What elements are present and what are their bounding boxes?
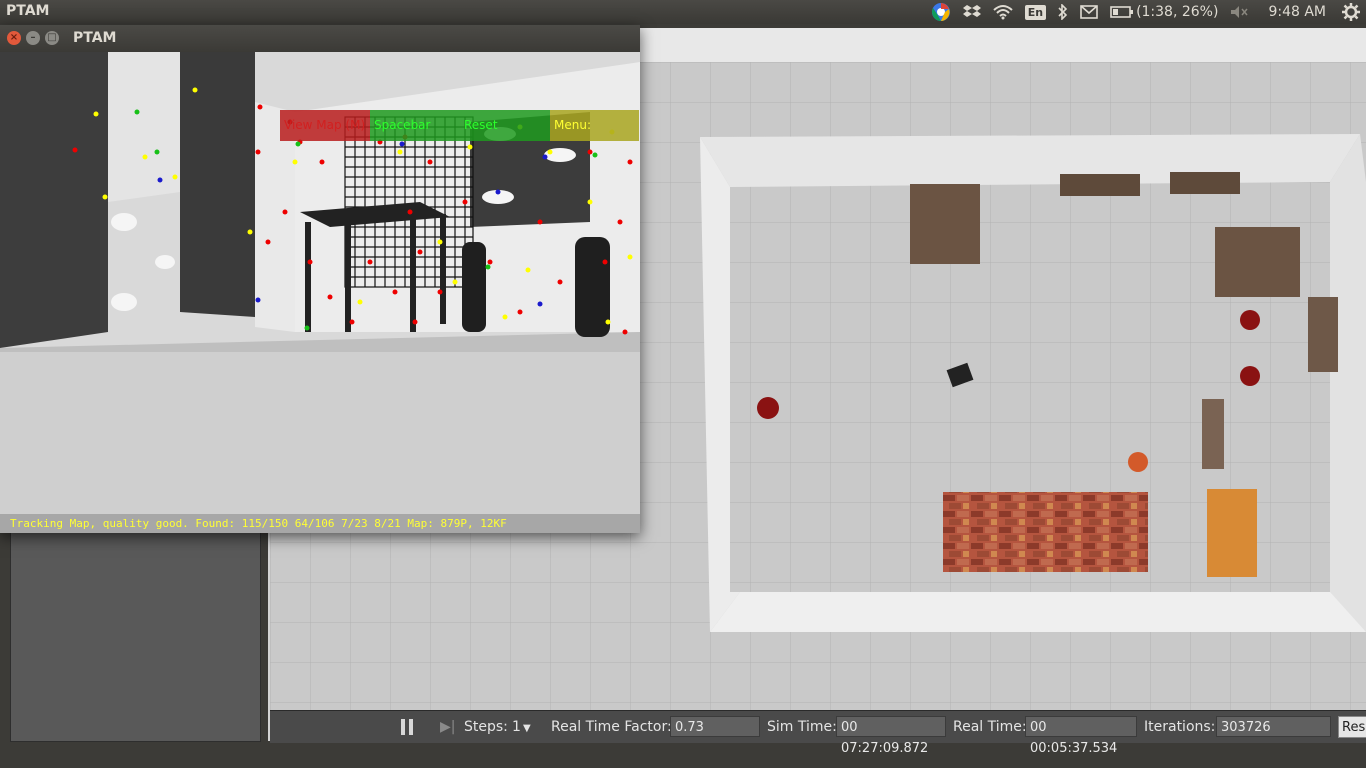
ptam-camera-view[interactable]: View Map (M) Spacebar Reset Menu:	[0, 52, 640, 514]
bluetooth-icon[interactable]	[1058, 4, 1068, 20]
sim-time-field: 00 07:27:09.872	[836, 716, 946, 756]
view-map-button[interactable]: View Map (M)	[280, 110, 370, 141]
battery-text: (1:38, 26%)	[1136, 4, 1219, 20]
wifi-icon[interactable]	[993, 4, 1013, 20]
chevron-down-icon[interactable]: ▼	[523, 723, 531, 734]
shelf-object	[1060, 174, 1140, 196]
ptam-status-text: Tracking Map, quality good. Found: 115/1…	[0, 514, 640, 533]
steps-value[interactable]: 1	[512, 719, 521, 735]
close-icon[interactable]: ×	[7, 31, 21, 45]
hydrant-object	[1240, 310, 1260, 330]
board-object	[1308, 297, 1338, 372]
cone-object	[1128, 452, 1148, 472]
battery-icon[interactable]: (1:38, 26%)	[1110, 4, 1218, 20]
real-time-field: 00 00:05:37.534	[1025, 716, 1137, 756]
brick-box-object	[943, 492, 1148, 572]
board-object	[1202, 399, 1224, 469]
rtf-label: Real Time Factor:	[551, 719, 672, 735]
spacebar-button[interactable]: Spacebar	[370, 110, 460, 141]
ptam-window: × – □ PTAM View Map (M) Spacebar Reset M…	[0, 25, 640, 533]
minimize-icon[interactable]: –	[26, 31, 40, 45]
ptam-titlebar[interactable]: × – □ PTAM	[0, 25, 640, 52]
hydrant-object	[1240, 366, 1260, 386]
mail-icon[interactable]	[1080, 5, 1098, 19]
iterations-field: 303726	[1216, 716, 1331, 737]
keyboard-icon[interactable]: En	[1024, 4, 1047, 20]
gear-icon[interactable]	[1342, 3, 1360, 21]
app-title: PTAM	[6, 3, 50, 19]
hydrant-object	[757, 397, 779, 419]
chrome-icon[interactable]	[931, 2, 951, 22]
top-panel: PTAM En (1:38, 26%) 9:48 AM	[0, 0, 1366, 24]
steps-label: Steps:	[464, 719, 508, 735]
bookshelf-object	[910, 184, 980, 264]
sim-time-label: Sim Time:	[767, 719, 837, 735]
ptam-window-title: PTAM	[73, 30, 117, 46]
wooden-box-object	[1207, 489, 1257, 577]
gazebo-side-panel	[10, 532, 261, 742]
real-time-label: Real Time:	[953, 719, 1027, 735]
reset-time-button[interactable]: Res	[1338, 716, 1366, 738]
iterations-label: Iterations:	[1144, 719, 1216, 735]
volume-muted-icon[interactable]	[1230, 5, 1249, 19]
pause-button[interactable]	[400, 719, 414, 735]
gazebo-status-bar: ▶| Steps: 1 ▼ Real Time Factor: 0.73 Sim…	[270, 710, 1366, 756]
shelf-object	[1170, 172, 1240, 194]
reset-button[interactable]: Reset	[460, 110, 550, 141]
maximize-icon[interactable]: □	[45, 31, 59, 45]
menu-button[interactable]: Menu:	[550, 110, 639, 141]
system-tray: En (1:38, 26%) 9:48 AM	[925, 0, 1366, 24]
table-object	[1215, 227, 1300, 297]
rtf-field: 0.73	[670, 716, 760, 737]
step-button[interactable]: ▶|	[440, 719, 456, 735]
clock[interactable]: 9:48 AM	[1268, 4, 1326, 20]
dropbox-icon[interactable]	[962, 4, 981, 20]
